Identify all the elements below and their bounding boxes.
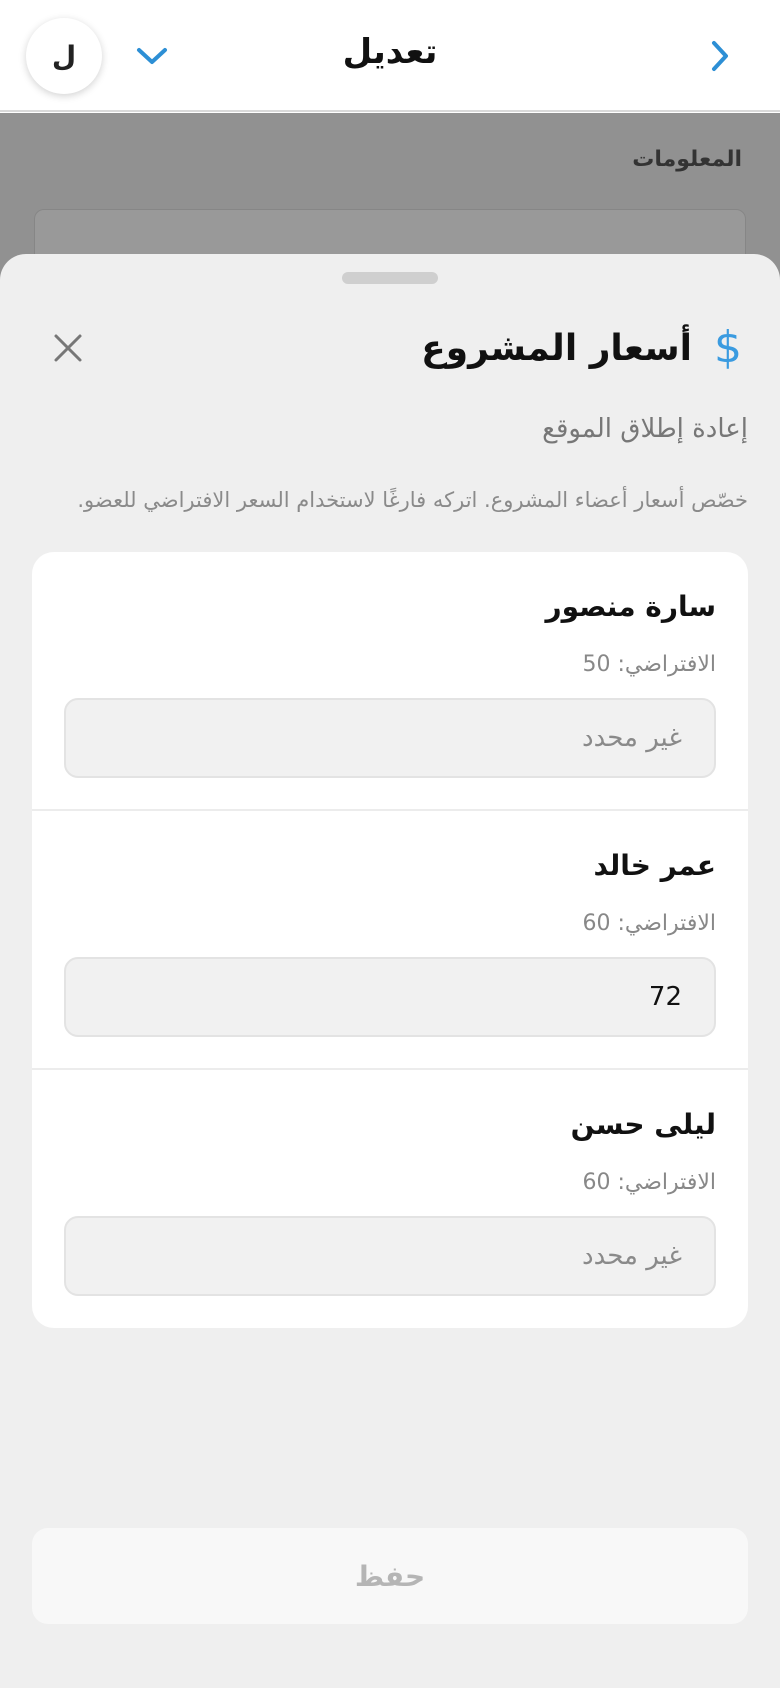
save-button[interactable]: حفظ (32, 1528, 748, 1624)
hint-text: خصّص أسعار أعضاء المشروع. اتركه فارغًا ل… (77, 488, 748, 512)
dropdown-button[interactable] (134, 38, 170, 74)
chevron-down-icon (137, 48, 167, 64)
member-rate-input[interactable] (64, 698, 716, 778)
dollar-icon: $ (714, 322, 742, 373)
sheet-header: $ أسعار المشروع (421, 320, 742, 376)
member-default-rate: الافتراضي: 60 (582, 911, 717, 936)
member-row: سارة منصور الافتراضي: 50 (32, 552, 748, 811)
member-default-rate: الافتراضي: 60 (582, 1170, 717, 1195)
close-icon (54, 334, 82, 362)
member-row: ليلى حسن الافتراضي: 60 (32, 1070, 748, 1328)
close-button[interactable] (46, 326, 90, 370)
top-nav-bar: تعديل ل (0, 0, 780, 112)
member-row: عمر خالد الافتراضي: 60 (32, 811, 748, 1070)
member-name: سارة منصور (545, 590, 716, 623)
sheet-title: أسعار المشروع (421, 327, 692, 369)
page-title: تعديل (342, 32, 438, 72)
sheet-grabber-handle[interactable] (342, 272, 438, 284)
project-name: إعادة إطلاق الموقع (542, 414, 748, 444)
member-rate-input[interactable] (64, 1216, 716, 1296)
member-default-rate: الافتراضي: 50 (582, 652, 717, 677)
project-rates-sheet: $ أسعار المشروع إعادة إطلاق الموقع خصّص … (0, 254, 780, 1688)
member-name: ليلى حسن (570, 1108, 716, 1141)
member-rate-input[interactable] (64, 957, 716, 1037)
member-name: عمر خالد (593, 849, 716, 882)
members-card: سارة منصور الافتراضي: 50 عمر خالد الافتر… (32, 552, 748, 1328)
avatar[interactable]: ل (26, 18, 102, 94)
